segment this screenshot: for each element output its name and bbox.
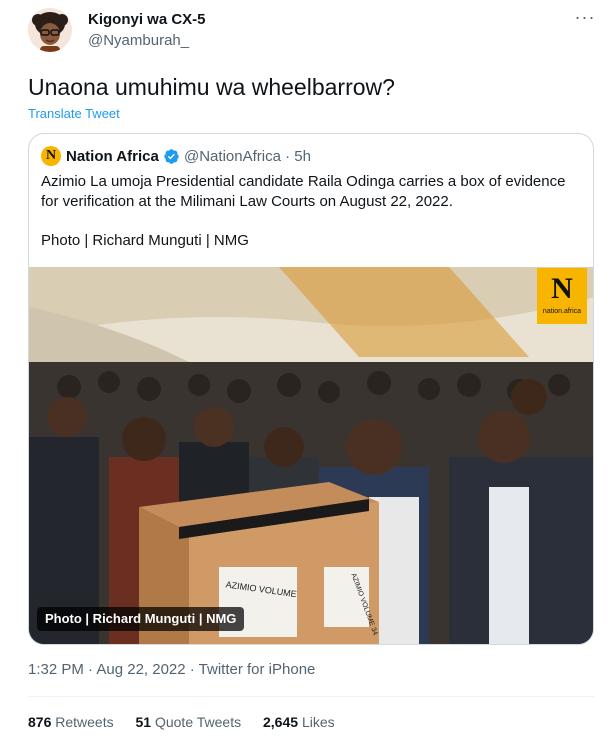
author-display-name[interactable]: Kigonyi wa CX-5 [88,11,206,28]
more-options-icon[interactable]: ··· [572,8,598,30]
quoted-photo[interactable]: AZIMIO VOLUME AZIMIO VOLUME 34 [29,267,593,644]
quoted-photo-credit: Photo | Richard Munguti | NMG [41,232,249,249]
tweet-text: Unaona umuhimu wa wheelbarrow? [28,74,395,100]
divider [28,696,594,697]
retweets-count: 876 [28,714,52,730]
photo-credit-badge: Photo | Richard Munguti | NMG [37,607,245,631]
likes-stat[interactable]: 2,645 Likes [263,714,335,730]
quoted-handle-time[interactable]: @NationAfrica · 5h [184,148,311,165]
tweet: Kigonyi wa CX-5 @Nyamburah_ ··· Unaona u… [0,0,616,742]
retweets-stat[interactable]: 876 Retweets [28,714,114,730]
translate-tweet-link[interactable]: Translate Tweet [28,106,120,121]
likes-label: Likes [301,714,335,730]
quote-tweets-count: 51 [135,714,152,730]
retweets-label: Retweets [55,714,114,730]
quote-tweets-stat[interactable]: 51 Quote Tweets [136,714,242,730]
nation-africa-watermark: N nation.africa [537,268,587,324]
likes-count: 2,645 [263,714,299,730]
nation-africa-avatar[interactable]: N [41,146,61,166]
quote-tweets-label: Quote Tweets [154,714,242,730]
author-handle[interactable]: @Nyamburah_ [88,32,189,49]
quoted-author-name[interactable]: Nation Africa [66,148,159,165]
engagement-stats: 876 Retweets 51 Quote Tweets 2,645 Likes [28,714,353,730]
quoted-tweet-text: Azimio La umoja Presidential candidate R… [41,173,566,210]
watermark-text: nation.africa [542,308,582,315]
watermark-letter: N [551,272,573,305]
quoted-tweet-card[interactable]: N Nation Africa @NationAfrica · 5h Azimi… [28,133,594,645]
tweet-timestamp[interactable]: 1:32 PM · Aug 22, 2022 · Twitter for iPh… [28,661,315,678]
verified-badge-icon [164,149,179,164]
author-avatar[interactable] [28,8,72,52]
